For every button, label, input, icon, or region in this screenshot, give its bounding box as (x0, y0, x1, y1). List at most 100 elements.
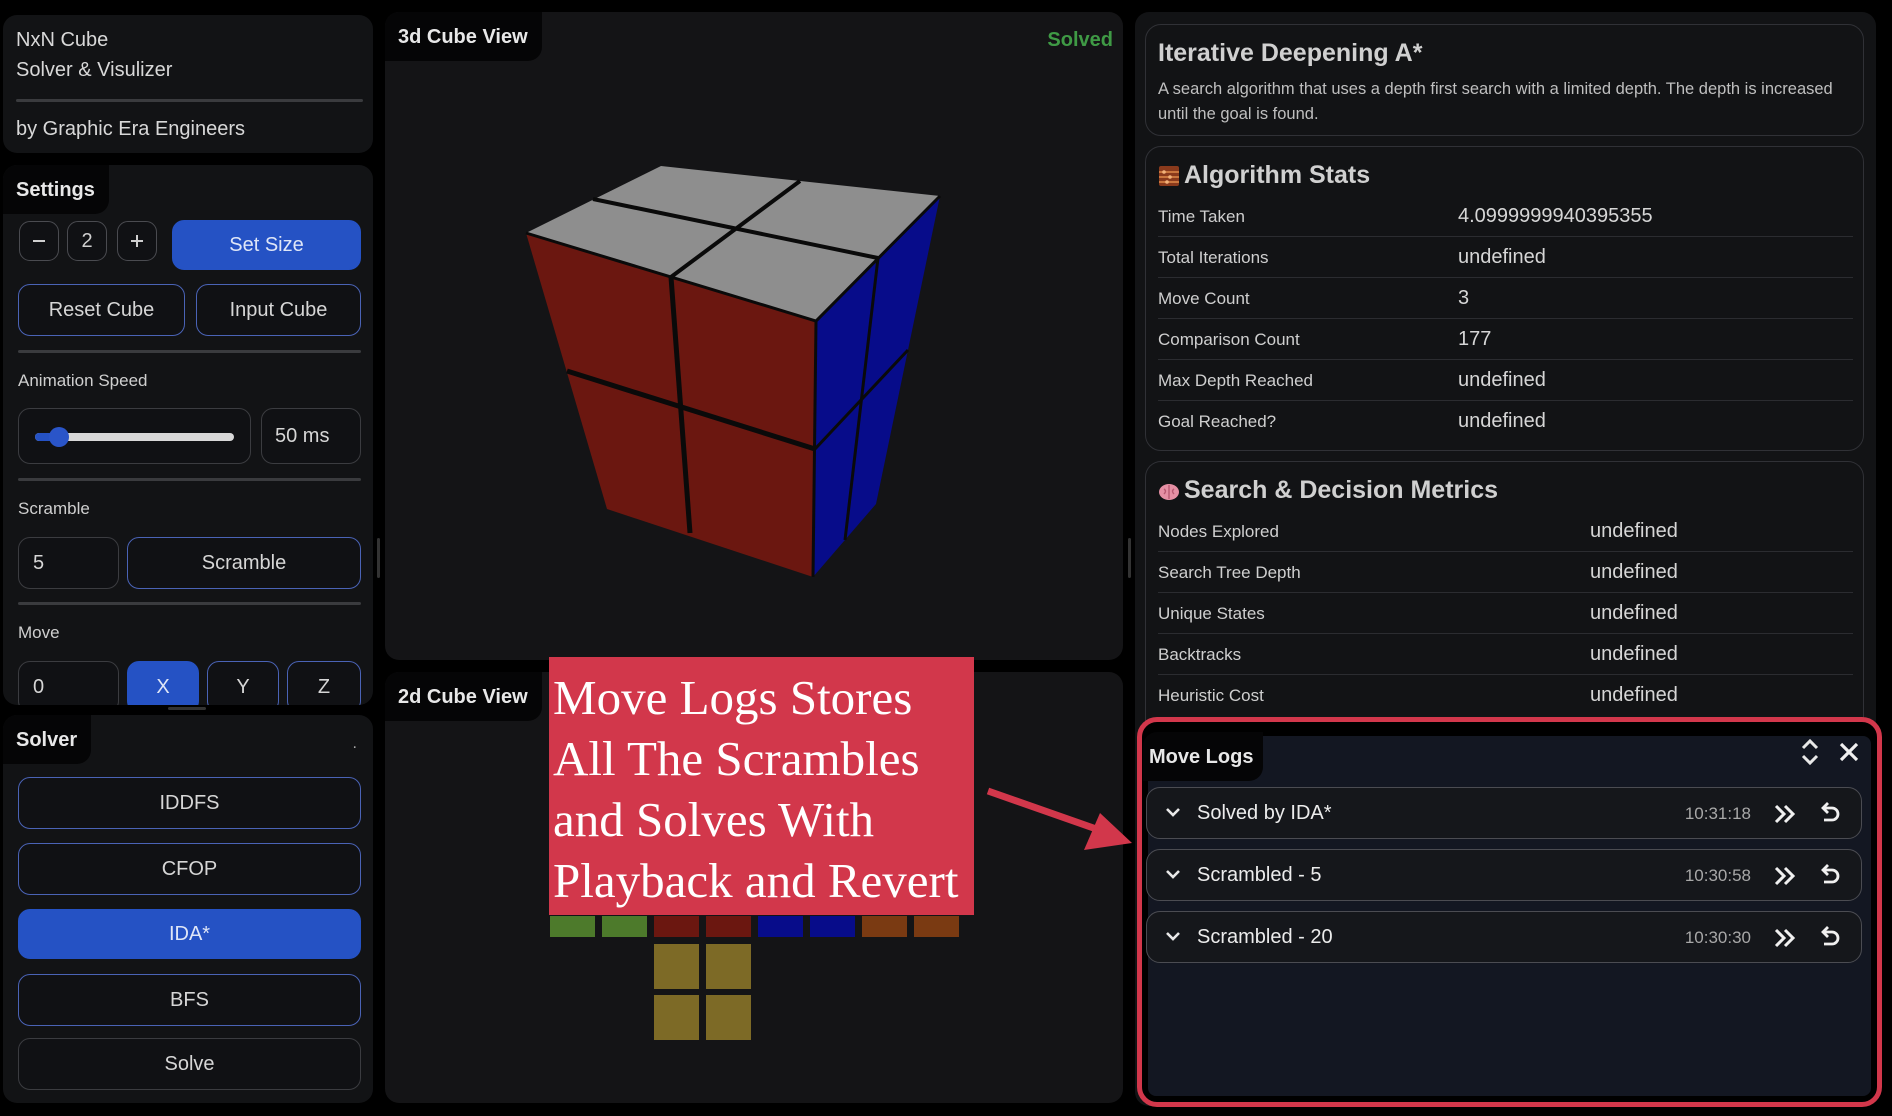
solver-ida-button[interactable]: IDA* (18, 909, 361, 959)
solve-button[interactable]: Solve (18, 1038, 361, 1090)
solver-cfop-button[interactable]: CFOP (18, 843, 361, 895)
net-sticker-green-2 (602, 916, 647, 937)
metric-row-tree-depth: Search Tree Depth undefined (1158, 553, 1853, 593)
stat-row-move-count: Move Count 3 (1158, 279, 1853, 319)
metric-key: Unique States (1158, 604, 1265, 623)
playback-icon[interactable] (1771, 862, 1799, 890)
minus-icon (33, 240, 45, 242)
metric-row-heuristic: Heuristic Cost undefined (1158, 676, 1853, 716)
increase-size-button[interactable] (117, 221, 157, 261)
decrease-size-button[interactable] (19, 221, 59, 261)
cube-3d-view[interactable]: 3d Cube View Solved (385, 12, 1123, 660)
net-sticker-yellow-1 (654, 944, 699, 989)
net-sticker-blue-2 (810, 916, 855, 937)
stat-key: Max Depth Reached (1158, 371, 1313, 390)
metrics-card: Search & Decision Metrics Nodes Explored… (1145, 461, 1864, 723)
cube-2d-title: 2d Cube View (385, 672, 542, 721)
log-item-name: Scrambled - 5 (1197, 864, 1322, 886)
log-item-time: 10:30:58 (1684, 866, 1751, 885)
chevron-down-icon[interactable] (1161, 862, 1185, 886)
axis-x-button[interactable]: X (127, 661, 199, 705)
cube-3d-render[interactable] (385, 12, 1123, 660)
log-item-name: Solved by IDA* (1197, 802, 1332, 824)
net-sticker-red-1 (654, 916, 699, 937)
metric-key: Heuristic Cost (1158, 686, 1264, 705)
settings-title: Settings (3, 165, 109, 214)
metric-key: Nodes Explored (1158, 522, 1279, 541)
animation-speed-slider-box (18, 408, 251, 464)
settings-divider-1 (18, 350, 361, 353)
net-sticker-yellow-3 (654, 995, 699, 1040)
set-size-button[interactable]: Set Size (172, 220, 361, 270)
scramble-count-input[interactable]: 5 (18, 537, 119, 589)
resize-handle-left[interactable] (168, 707, 206, 710)
log-item-name: Scrambled - 20 (1197, 926, 1333, 948)
algorithm-description: A search algorithm that uses a depth fir… (1158, 80, 1833, 123)
metric-key: Backtracks (1158, 645, 1242, 664)
input-cube-button[interactable]: Input Cube (196, 284, 361, 336)
resize-handle-mid-right[interactable] (1128, 538, 1131, 578)
axis-z-button[interactable]: Z (287, 661, 361, 705)
close-icon[interactable] (1837, 740, 1861, 764)
animation-speed-thumb[interactable] (48, 427, 69, 447)
metric-value: undefined (1590, 561, 1678, 583)
stats-card: Algorithm Stats Time Taken 4.099999994039… (1145, 146, 1864, 451)
algorithm-card: Iterative Deepening A* A search algorith… (1145, 24, 1864, 136)
annotation-callout: Move Logs Stores All The Scrambles and S… (549, 657, 974, 915)
stat-key: Time Taken (1158, 207, 1245, 226)
animation-speed-label: Animation Speed (18, 371, 148, 390)
log-item-scrambled-20[interactable]: Scrambled - 20 10:30:30 (1146, 911, 1862, 963)
resize-handle-mid-left[interactable] (377, 538, 380, 578)
plus-icon (131, 235, 143, 247)
stat-row-time: Time Taken 4.0999999940395355 (1158, 197, 1853, 237)
settings-divider-3 (18, 602, 361, 605)
move-value-input[interactable]: 0 (18, 661, 119, 705)
metric-row-unique: Unique States undefined (1158, 594, 1853, 634)
metrics-header: Search & Decision Metrics (1158, 476, 1498, 505)
algorithm-title: Iterative Deepening A* (1158, 39, 1423, 67)
revert-icon[interactable] (1815, 924, 1843, 952)
chevron-down-icon[interactable] (1161, 800, 1185, 824)
animation-speed-track[interactable] (35, 427, 234, 447)
log-item-time: 10:30:30 (1684, 928, 1751, 947)
metric-row-nodes: Nodes Explored undefined (1158, 512, 1853, 552)
playback-icon[interactable] (1771, 924, 1799, 952)
playback-icon[interactable] (1771, 800, 1799, 828)
stat-value: undefined (1458, 246, 1546, 268)
size-value[interactable]: 2 (67, 221, 107, 261)
axis-y-button[interactable]: Y (207, 661, 279, 705)
solver-bfs-button[interactable]: BFS (18, 974, 361, 1026)
annotation-line-2: All The Scrambles (553, 731, 920, 786)
move-label: Move (18, 623, 60, 642)
app-title-line1: NxN Cube (16, 29, 109, 51)
solver-dot: . (352, 735, 357, 752)
stat-value: 177 (1458, 328, 1492, 350)
revert-icon[interactable] (1815, 800, 1843, 828)
expand-collapse-icon[interactable] (1798, 737, 1822, 767)
revert-icon[interactable] (1815, 862, 1843, 890)
reset-cube-button[interactable]: Reset Cube (18, 284, 185, 336)
settings-panel: Settings 2 Set Size Reset Cube Input Cub… (3, 165, 373, 705)
log-item-solved[interactable]: Solved by IDA* 10:31:18 (1146, 787, 1862, 839)
chevron-down-icon[interactable] (1161, 924, 1185, 948)
move-logs-title: Move Logs (1143, 732, 1264, 781)
solver-panel: Solver . IDDFS CFOP IDA* BFS Solve (3, 715, 373, 1103)
stats-title: Algorithm Stats (1184, 161, 1371, 189)
net-sticker-green-1 (550, 916, 595, 937)
stat-row-max-depth: Max Depth Reached undefined (1158, 361, 1853, 401)
stat-value: undefined (1458, 369, 1546, 391)
log-item-scrambled-5[interactable]: Scrambled - 5 10:30:58 (1146, 849, 1862, 901)
brain-icon (1159, 483, 1179, 500)
header-panel: NxN Cube Solver & Visulizer by Graphic E… (3, 15, 373, 153)
metrics-title: Search & Decision Metrics (1184, 476, 1499, 504)
animation-speed-value: 50 ms (261, 408, 361, 464)
stat-value: 3 (1458, 287, 1470, 309)
metric-key: Search Tree Depth (1158, 563, 1301, 582)
annotation-line-3: and Solves With (553, 792, 875, 847)
scramble-label: Scramble (18, 499, 90, 518)
stat-key: Total Iterations (1158, 248, 1269, 267)
annotation-line-1: Move Logs Stores (553, 670, 913, 725)
solver-iddfs-button[interactable]: IDDFS (18, 777, 361, 829)
scramble-button[interactable]: Scramble (127, 537, 361, 589)
net-sticker-orange-1 (862, 916, 907, 937)
